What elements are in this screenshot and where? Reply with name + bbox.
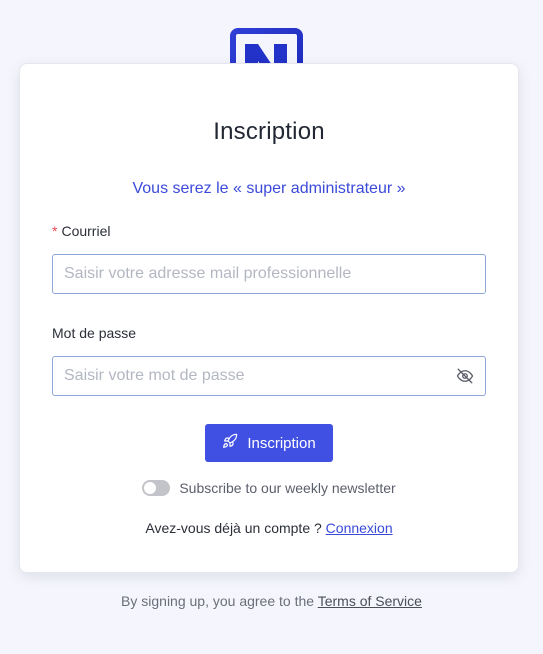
terms-prefix: By signing up, you agree to the [121,593,315,609]
signup-card: Inscription Vous serez le « super admini… [19,63,519,573]
email-field-wrapper [52,254,486,294]
newsletter-toggle[interactable] [142,480,171,496]
password-field[interactable] [53,357,485,395]
terms-link[interactable]: Terms of Service [318,593,422,609]
login-link[interactable]: Connexion [326,520,393,536]
email-label-text: Courriel [61,223,111,239]
password-field-wrapper [52,356,486,396]
rocket-icon [222,433,238,453]
page-title: Inscription [213,118,325,145]
signup-button[interactable]: Inscription [205,424,333,462]
newsletter-row: Subscribe to our weekly newsletter [20,480,518,496]
role-notice: Vous serez le « super administrateur » [132,180,406,197]
email-label: * Courriel [52,223,110,239]
signup-button-label: Inscription [247,434,316,452]
toggle-knob [144,482,157,494]
required-mark: * [52,223,58,239]
newsletter-label: Subscribe to our weekly newsletter [179,480,396,496]
eye-slash-icon[interactable] [456,367,474,385]
email-field[interactable] [53,255,485,293]
terms-notice: By signing up, you agree to the Terms of… [0,593,543,609]
login-prompt: Avez-vous déjà un compte ? Connexion [20,520,518,536]
password-label: Mot de passe [52,325,137,341]
login-prompt-text: Avez-vous déjà un compte ? [145,520,322,536]
